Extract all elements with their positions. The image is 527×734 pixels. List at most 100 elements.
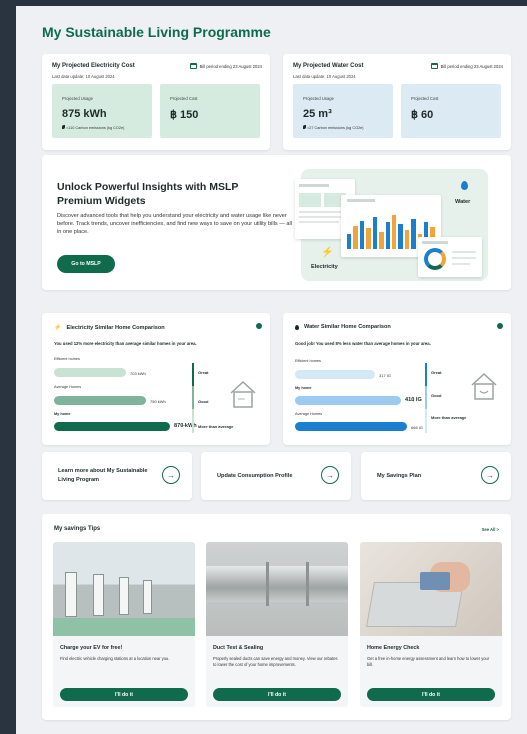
learn-more-label: Learn more about My Sustainable Living P… (58, 468, 148, 483)
tip-description: Find electric vehicle charging stations … (60, 656, 170, 661)
house-text: #### (238, 397, 245, 401)
info-icon[interactable] (256, 323, 262, 329)
page-frame: My Sustainable Living Programme My Proje… (16, 6, 527, 734)
water-average-bar (295, 422, 407, 431)
water-last-update: Last data update: 10 August 2024 (293, 74, 356, 79)
ev-charging-image (53, 542, 195, 636)
electricity-comparison-card: ⚡ Electricity Similar Home Comparison Yo… (42, 313, 270, 445)
arrow-right-icon: → (408, 395, 416, 404)
premium-widgets-illustration: Water ⚡ Electricity (295, 169, 488, 281)
electricity-efficient-value: 703 kWh (130, 371, 146, 376)
electricity-last-update: Last data update: 10 August 2024 (52, 74, 115, 79)
promo-electricity-label: Electricity (311, 264, 338, 270)
ill-do-it-button[interactable]: I'll do it (367, 688, 495, 701)
water-cost-title: My Projected Water Cost (293, 63, 364, 69)
water-efficient-label: Efficient homes (295, 359, 321, 363)
savings-tips-card: My savings Tips See All > Charge your EV… (42, 514, 511, 720)
electricity-average-value: 750 kWh (150, 399, 166, 404)
arrow-right-icon[interactable]: → (481, 466, 499, 484)
electricity-usage-value: 875 kWh (62, 108, 107, 120)
leaf-icon (62, 125, 65, 129)
water-usage-box: Projected Usage 25 m³ =27 Carbon emissio… (293, 84, 393, 138)
rating-great: Great (431, 370, 442, 375)
arrow-right-icon: → (180, 420, 188, 429)
see-all-link[interactable]: See All > (482, 527, 499, 532)
premium-widgets-banner: Unlock Powerful Insights with MSLP Premi… (42, 155, 511, 290)
water-cost-box: Projected Cost ฿ 60 (401, 84, 501, 138)
update-profile-label: Update Consumption Profile (217, 473, 293, 479)
tip-card-duct: Duct Test & Sealing Properly sealed duct… (206, 542, 348, 707)
water-cost-card: My Projected Water Cost Last data update… (283, 54, 511, 150)
water-usage-label: Projected Usage (303, 96, 334, 101)
savings-tips-title: My savings Tips (54, 526, 101, 532)
electricity-cost-label: Projected Cost (170, 96, 198, 101)
water-average-value: 666 IG (411, 425, 424, 430)
electricity-emissions: =110 Carbon emissions (kg CO2e) (62, 125, 124, 130)
electricity-usage-label: Projected Usage (62, 96, 93, 101)
rating-more-than-average: More than average (431, 415, 467, 420)
electricity-comparison-title: Electricity Similar Home Comparison (66, 324, 165, 331)
update-profile-card[interactable]: Update Consumption Profile → (201, 452, 351, 500)
duct-image (206, 542, 348, 636)
rating-scale (425, 363, 427, 433)
tip-title: Home Energy Check (367, 645, 420, 651)
rating-great: Great (198, 370, 209, 375)
energy-check-image (360, 542, 502, 636)
ill-do-it-button[interactable]: I'll do it (213, 688, 341, 701)
tip-card-ev: Charge your EV for free! Find electric v… (53, 542, 195, 707)
rating-more-than-average: More than average (198, 424, 234, 429)
tip-title: Duct Test & Sealing (213, 645, 264, 651)
electricity-bill-period-text: Bill period ending 23 August 2024 (199, 63, 262, 69)
electricity-cost-title: My Projected Electricity Cost (52, 63, 135, 69)
electricity-my-home-bar (54, 422, 170, 431)
arrow-right-icon[interactable]: → (321, 466, 339, 484)
water-average-label: Average Homes (295, 412, 323, 416)
mini-donut-panel (418, 237, 482, 277)
donut-chart-icon (424, 248, 446, 270)
electricity-comparison-header: ⚡ Electricity Similar Home Comparison (54, 324, 165, 332)
savings-plan-label: My Savings Plan (377, 473, 422, 479)
tip-title: Charge your EV for free! (60, 645, 123, 651)
water-cost-value: ฿ 60 (411, 109, 434, 121)
water-efficient-bar (295, 370, 375, 379)
ill-do-it-button[interactable]: I'll do it (60, 688, 188, 701)
water-efficient-value: 317 IG (379, 373, 392, 378)
water-my-home-label: My home (295, 386, 312, 390)
promo-water-label: Water (455, 199, 471, 205)
water-comparison-header: Water Similar Home Comparison (295, 324, 391, 330)
rating-good: Good (431, 393, 442, 398)
lightning-icon: ⚡ (321, 247, 334, 258)
water-cost-label: Projected Cost (411, 96, 439, 101)
arrow-right-icon[interactable]: → (162, 466, 180, 484)
tip-description: Properly sealed ducts can save energy an… (213, 656, 338, 668)
learn-more-card[interactable]: Learn more about My Sustainable Living P… (42, 452, 192, 500)
page-title: My Sustainable Living Programme (42, 24, 271, 40)
electricity-cost-value: ฿ 150 (170, 109, 199, 121)
tip-card-energy-check: Home Energy Check Get a free in-home ene… (360, 542, 502, 707)
electricity-efficient-label: Efficient homes (54, 357, 80, 361)
water-comparison-message: Good job! You used 8% less water than av… (295, 341, 431, 346)
water-drop-icon (461, 181, 468, 190)
water-drop-icon (295, 324, 299, 330)
promo-description: Discover advanced tools that help you un… (57, 213, 292, 235)
water-comparison-title: Water Similar Home Comparison (304, 324, 391, 330)
electricity-usage-box: Projected Usage 875 kWh =110 Carbon emis… (52, 84, 152, 138)
electricity-comparison-message: You used 12% more electricity than avera… (54, 341, 197, 346)
water-comparison-card: Water Similar Home Comparison Good job! … (283, 313, 511, 445)
info-icon[interactable] (497, 323, 503, 329)
savings-plan-card[interactable]: My Savings Plan → (361, 452, 511, 500)
electricity-my-home-label: My home (54, 412, 71, 416)
electricity-emissions-text: =110 Carbon emissions (kg CO2e) (66, 126, 125, 130)
happy-house-icon (469, 371, 499, 401)
promo-title: Unlock Powerful Insights with MSLP Premi… (57, 181, 239, 207)
sad-house-icon: #### (228, 379, 258, 409)
water-usage-value: 25 m³ (303, 108, 332, 120)
calendar-icon (430, 63, 438, 69)
go-to-mslp-button[interactable]: Go to MSLP (57, 255, 115, 273)
electricity-bill-period: Bill period ending 23 August 2024 (189, 63, 262, 69)
electricity-cost-box: Projected Cost ฿ 150 (160, 84, 260, 138)
water-bill-period-text: Bill period ending 23 August 2024 (440, 63, 503, 69)
water-bill-period: Bill period ending 23 August 2024 (430, 63, 503, 69)
calendar-icon (189, 63, 197, 69)
rating-scale (192, 363, 194, 433)
